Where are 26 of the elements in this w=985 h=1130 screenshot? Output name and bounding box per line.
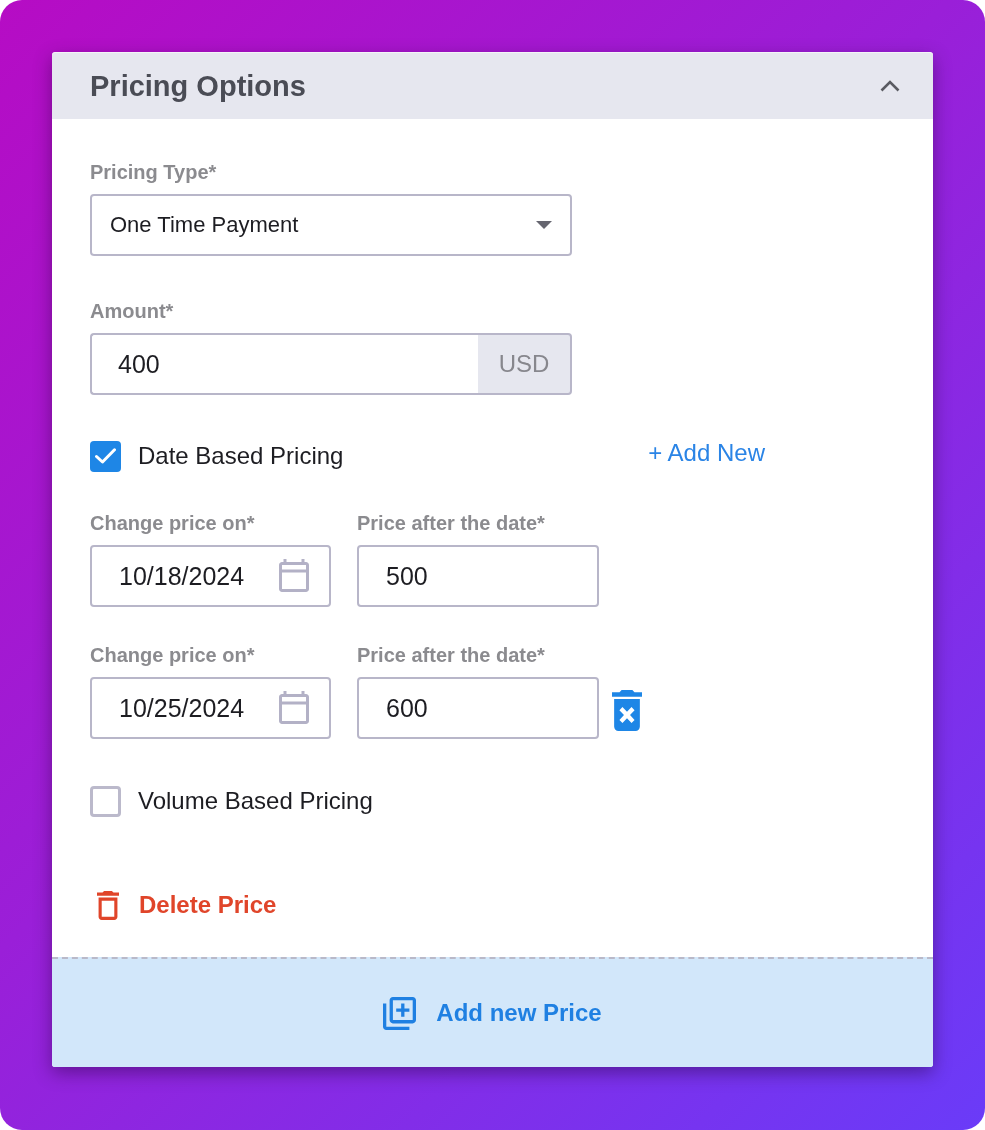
checkbox[interactable] — [90, 785, 121, 817]
trash-x-icon[interactable] — [612, 690, 642, 731]
option-label: Date Based Pricing — [138, 442, 344, 470]
price-input[interactable]: 600 — [357, 677, 599, 739]
field-label: Price after the date* — [357, 511, 545, 535]
delete-price-button[interactable]: Delete Price — [90, 890, 277, 920]
calendar-icon[interactable] — [279, 559, 309, 592]
field-label: Pricing Type* — [90, 160, 217, 184]
calendar-icon[interactable] — [279, 691, 309, 724]
field-label: Price after the date* — [357, 643, 545, 667]
checkmark-icon — [95, 448, 116, 464]
option-label: Volume Based Pricing — [138, 787, 373, 815]
panel-title: Pricing Options — [90, 69, 306, 103]
field-label: Change price on* — [90, 511, 255, 535]
add-new-link[interactable]: + Add New — [648, 439, 765, 467]
chevron-up-icon[interactable] — [880, 80, 900, 92]
date-input[interactable]: 10/25/2024 — [90, 677, 331, 739]
trash-icon — [97, 890, 119, 920]
caret-icon — [536, 221, 552, 229]
field-label: Change price on* — [90, 643, 255, 667]
pricing-type-select[interactable]: One Time Payment — [90, 194, 572, 256]
add-stack-icon — [383, 996, 417, 1030]
date-input[interactable]: 10/18/2024 — [90, 545, 331, 607]
checkbox[interactable] — [90, 440, 121, 472]
field-label: Amount* — [90, 299, 174, 323]
price-input[interactable]: 500 — [357, 545, 599, 607]
